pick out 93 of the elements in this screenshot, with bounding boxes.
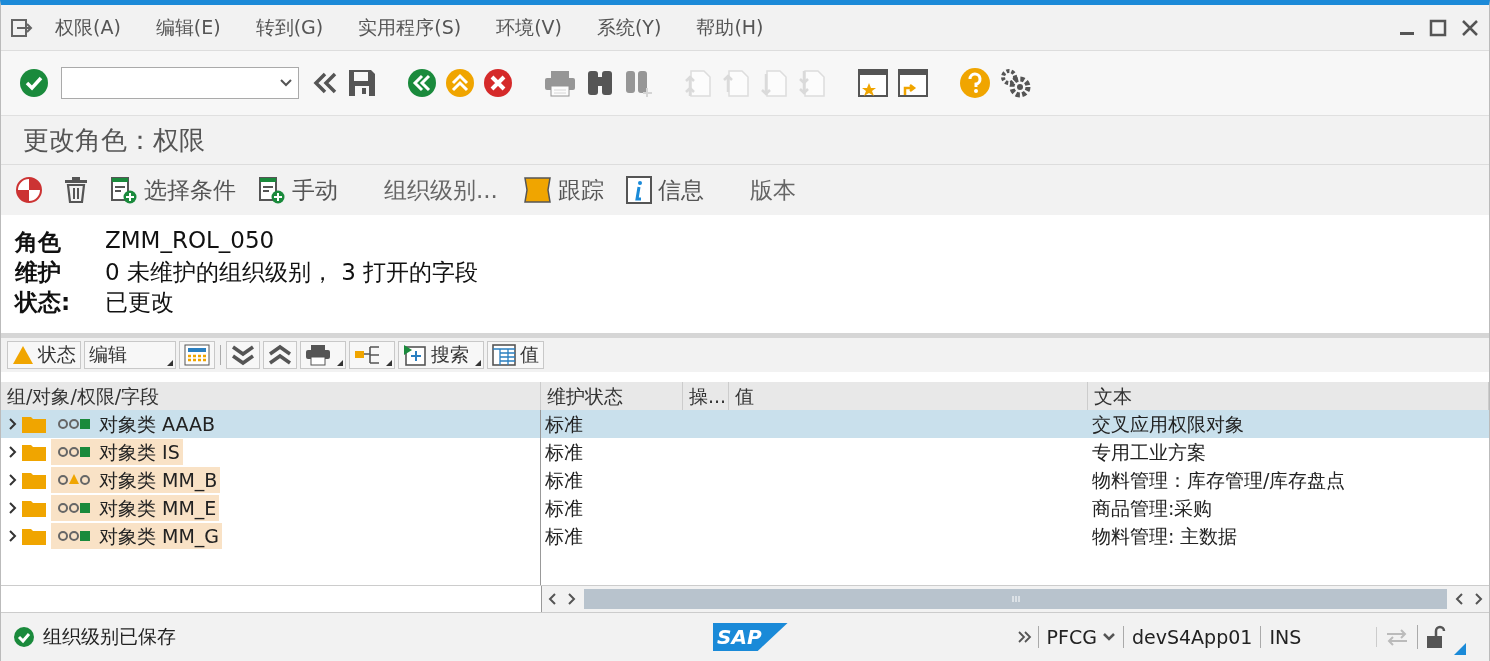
scroll-left-icon[interactable] — [548, 593, 558, 605]
toolbar-button[interactable]: 版本 — [749, 174, 796, 206]
folder-icon — [21, 442, 47, 462]
resize-grip-icon[interactable] — [1454, 643, 1467, 655]
transaction-field[interactable]: PFCG — [1037, 626, 1123, 648]
menu-icon[interactable] — [11, 17, 33, 38]
find-icon — [403, 344, 427, 366]
status-lights-icon — [57, 416, 91, 432]
command-field[interactable] — [61, 67, 299, 99]
folder-icon — [21, 470, 47, 490]
menu-button[interactable] — [300, 341, 346, 369]
table-cell-text: 标准 — [544, 496, 584, 521]
toolbar-button[interactable]: 信息 — [625, 174, 704, 206]
status-lights-icon — [57, 472, 91, 488]
toolbar-button[interactable]: 组织级别... — [384, 174, 498, 206]
menu-item[interactable]: 编辑(E) — [155, 14, 221, 41]
dropdown-icon — [1102, 633, 1115, 641]
folder-icon — [21, 498, 47, 518]
scrollbar-thumb[interactable] — [584, 589, 1447, 609]
table-cell-text: 标准 — [544, 440, 584, 465]
table-cell-text: 商品管理:采购 — [1091, 496, 1214, 521]
collapse-all-icon — [268, 344, 292, 366]
hierarchy-icon — [354, 344, 380, 366]
screen-title: 更改角色：权限 — [23, 123, 205, 157]
field-value: 已更改 — [105, 288, 175, 317]
menu-button[interactable]: 搜索 — [398, 341, 484, 369]
field-label: 维护 — [15, 258, 62, 287]
table-cell-text: 物料管理：库存管理/库存盘点 — [1091, 468, 1347, 493]
folder-tab-icon[interactable] — [521, 176, 552, 204]
field-value: ZMM_ROL_050 — [105, 227, 276, 255]
settings-icon[interactable] — [999, 67, 1033, 99]
document-add-icon[interactable] — [110, 176, 138, 204]
column-header[interactable]: 文本 — [1088, 382, 1489, 410]
table-cell: 标准 — [541, 410, 683, 438]
folder-icon — [21, 414, 47, 434]
sap-logo: SAP — [713, 623, 788, 651]
column-header[interactable]: 维护状态 — [541, 382, 683, 410]
cancel-icon[interactable] — [483, 68, 513, 98]
column-header[interactable]: 组/对象/权限/字段 — [1, 382, 541, 410]
menu-button[interactable]: 编辑 — [84, 341, 176, 369]
column-header[interactable]: 值 — [729, 382, 1088, 410]
back-icon[interactable] — [407, 68, 437, 98]
toolbar-button[interactable]: 选择条件 — [110, 174, 236, 206]
toolbar-button[interactable]: 值 — [487, 341, 544, 369]
toolbar-button[interactable] — [226, 341, 260, 369]
trash-icon[interactable] — [64, 177, 88, 203]
expand-all-icon — [231, 344, 255, 366]
menu-item[interactable]: 帮助(H) — [696, 14, 764, 41]
field-label: 状态: — [15, 288, 72, 317]
status-lights-icon — [57, 444, 91, 460]
maximize-icon[interactable] — [1429, 18, 1447, 37]
display-change-icon[interactable] — [16, 177, 42, 203]
printer-icon — [305, 344, 331, 366]
save-icon[interactable] — [347, 68, 377, 98]
enter-icon[interactable] — [19, 68, 49, 98]
status-message: 组织级别已保存 — [43, 624, 176, 649]
table-cell-text: 专用工业方案 — [1091, 440, 1207, 465]
document-add-icon[interactable] — [258, 176, 286, 204]
warning-icon — [12, 345, 34, 365]
layout-icon — [184, 344, 210, 366]
success-icon — [13, 626, 35, 648]
toolbar-button[interactable] — [263, 341, 297, 369]
table-icon — [492, 344, 516, 366]
menu-item[interactable]: 实用程序(S) — [358, 14, 462, 41]
folder-icon — [21, 526, 47, 546]
dropdown-icon[interactable] — [280, 79, 292, 87]
field-label: 角色 — [15, 228, 62, 257]
expand-icon[interactable] — [1017, 631, 1032, 643]
field-value: 0 未维护的组织级别， 3 打开的字段 — [105, 258, 480, 287]
menu-item[interactable]: 转到(G) — [255, 14, 324, 41]
table-cell: 交叉应用权限对象 — [1088, 410, 1489, 438]
scroll-left-icon[interactable] — [1455, 593, 1465, 605]
menu-item[interactable]: 系统(Y) — [596, 14, 662, 41]
table-cell-text: 标准 — [544, 468, 584, 493]
scroll-right-icon[interactable] — [566, 593, 576, 605]
menu-item[interactable]: 权限(A) — [55, 14, 121, 41]
status-lights-icon — [57, 528, 91, 544]
toolbar-button[interactable]: 状态 — [7, 341, 81, 369]
close-icon[interactable] — [1461, 18, 1479, 37]
toolbar-button[interactable]: 跟踪 — [521, 174, 604, 206]
table-cell-text: 物料管理: 主数据 — [1091, 524, 1239, 549]
status-lights-icon — [57, 500, 91, 516]
system-name: devS4App01 — [1122, 626, 1261, 648]
table-cell-text: 标准 — [544, 524, 584, 549]
menu-button[interactable] — [349, 341, 395, 369]
toolbar-button[interactable] — [179, 341, 215, 369]
info-icon[interactable] — [625, 176, 652, 204]
column-header[interactable]: 操... — [683, 382, 729, 410]
scroll-right-icon[interactable] — [1473, 593, 1483, 605]
input-mode[interactable]: INS — [1260, 626, 1310, 648]
toolbar-button[interactable]: 手动 — [258, 174, 338, 206]
menu-item[interactable]: 环境(V) — [496, 14, 562, 41]
unlocked-icon[interactable] — [1426, 625, 1447, 649]
